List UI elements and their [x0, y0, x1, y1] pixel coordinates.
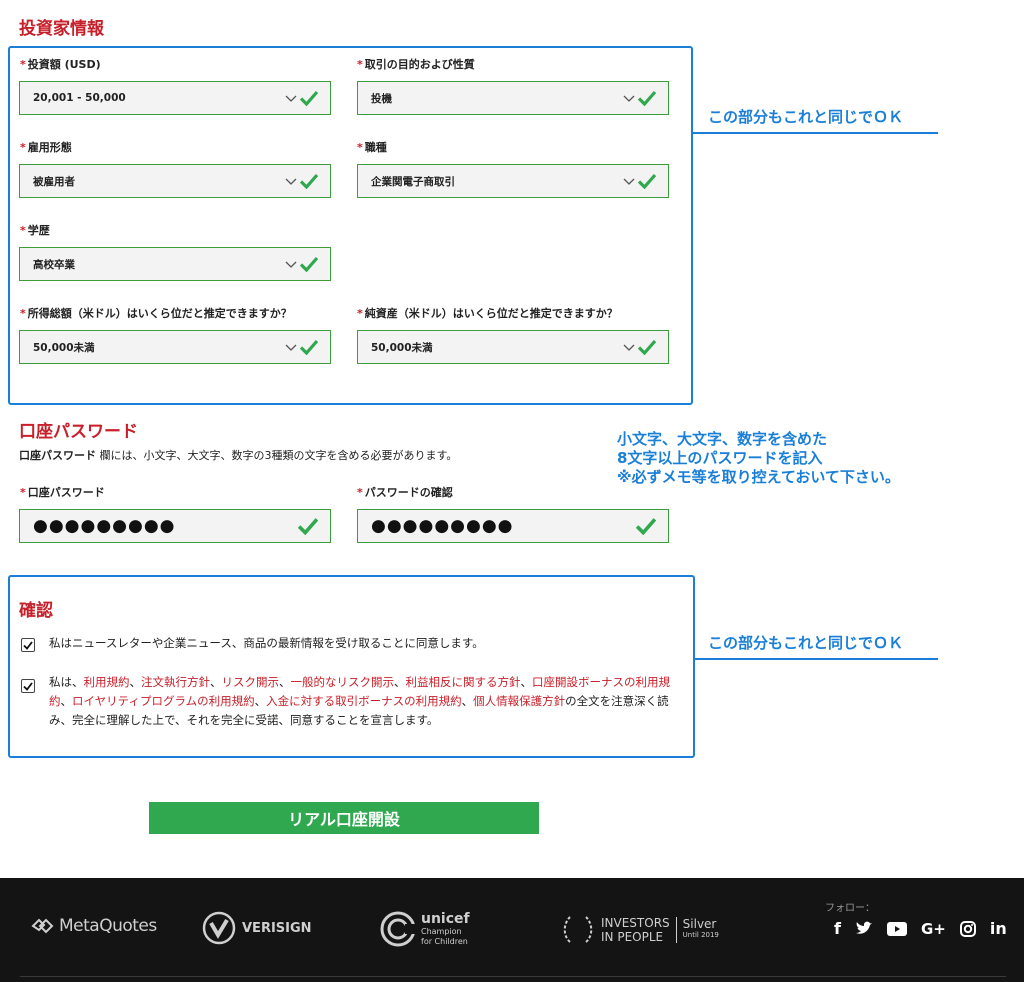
verisign-check-icon — [202, 911, 236, 945]
net-worth-label: * 純資産（米ドル）はいくら位だと推定できますか？ — [357, 307, 618, 320]
newsletter-consent-text: 私はニュースレターや企業ニュース、商品の最新情報を受け取ることに同意します。 — [49, 636, 484, 650]
annotation-password-note: 小文字、大文字、数字を含めた 8文字以上のパスワードを記入 ※必ずメモ等を取り控… — [617, 430, 900, 487]
follow-label: フォロー： — [825, 903, 875, 914]
unicef-wordmark: unicef — [421, 911, 470, 927]
employment-status-select[interactable]: 被雇用者 — [19, 164, 331, 198]
metaquotes-mark-icon — [31, 918, 54, 934]
terms-checkbox[interactable] — [21, 679, 35, 693]
password-section-title: 口座パスワード — [19, 422, 138, 442]
verisign-logo: VERISIGN — [202, 911, 312, 945]
unicef-champion-icon — [380, 911, 417, 947]
employment-status-label: * 雇用形態 — [20, 141, 72, 154]
annotation-underline-1 — [693, 132, 938, 134]
education-select[interactable]: 高校卒業 — [19, 247, 331, 281]
password-confirm-label: * パスワードの確認 — [357, 486, 453, 499]
google-plus-icon[interactable]: G+ — [921, 920, 946, 938]
youtube-icon[interactable] — [886, 921, 907, 936]
footer-divider — [20, 976, 1006, 977]
iip-until: Until 2019 — [682, 931, 719, 939]
metaquotes-logo: MetaQuotes — [31, 916, 157, 936]
link-conflict-of-interest-policy[interactable]: 利益相反に関する方針 — [406, 675, 521, 689]
chevron-down-icon — [623, 178, 635, 185]
investor-section-title: 投資家情報 — [19, 19, 104, 39]
chevron-down-icon — [285, 178, 297, 185]
total-income-select[interactable]: 50,000未満 — [19, 330, 331, 364]
iip-line-2: IN PEOPLE — [601, 930, 664, 944]
facebook-icon[interactable]: f — [834, 919, 841, 938]
chevron-down-icon — [285, 344, 297, 351]
password-description: 口座パスワード 欄には、小文字、大文字、数字の3種類の文字を含める必要があります… — [19, 449, 458, 462]
checkmark-icon — [300, 256, 318, 272]
checkmark-icon — [638, 339, 656, 355]
investment-amount-select[interactable]: 20,001 - 50,000 — [19, 81, 331, 115]
link-order-execution-policy[interactable]: 注文執行方針 — [141, 675, 210, 689]
unicef-logo: unicef Champion for Children — [379, 910, 470, 948]
checkmark-icon — [638, 173, 656, 189]
iip-silver: Silver — [682, 917, 717, 931]
link-risk-disclosure[interactable]: リスク開示 — [222, 675, 280, 689]
link-general-risk-disclosure[interactable]: 一般的なリスク開示 — [291, 675, 395, 689]
checkmark-icon — [300, 339, 318, 355]
confirm-highlight-frame — [8, 575, 695, 758]
chevron-down-icon — [623, 344, 635, 351]
net-worth-select[interactable]: 50,000未満 — [357, 330, 669, 364]
annotation-underline-2 — [695, 658, 938, 660]
newsletter-checkbox[interactable] — [21, 638, 35, 652]
unicef-sub2: for Children — [421, 937, 468, 946]
checkmark-icon — [300, 90, 318, 106]
link-loyalty-program-terms[interactable]: ロイヤリティプログラムの利用規約 — [72, 694, 255, 708]
checkmark-icon — [298, 518, 318, 535]
annotation-same-ok-2: この部分もこれと同じでＯＫ — [708, 634, 904, 652]
chevron-down-icon — [623, 95, 635, 102]
checkmark-icon — [300, 173, 318, 189]
check-icon — [23, 681, 33, 691]
iip-line-1: INVESTORS — [601, 916, 670, 930]
annotation-same-ok-1: この部分もこれと同じでＯＫ — [708, 108, 904, 126]
investment-amount-label: * 投資額 (USD) — [20, 58, 101, 71]
password-input[interactable]: ●●●●●●●●● — [19, 509, 331, 543]
chevron-down-icon — [285, 95, 297, 102]
link-terms-of-use[interactable]: 利用規約 — [84, 675, 130, 689]
social-links: f G+ in — [834, 919, 1007, 938]
check-icon — [23, 640, 33, 650]
chevron-down-icon — [285, 261, 297, 268]
confirm-section-title: 確認 — [19, 601, 53, 621]
annotation-password-line-2: 8文字以上のパスワードを記入 — [617, 449, 823, 467]
trading-purpose-select[interactable]: 投機 — [357, 81, 669, 115]
open-real-account-button[interactable]: リアル口座開設 — [149, 802, 539, 834]
trading-purpose-label: * 取引の目的および性質 — [357, 58, 475, 71]
iip-divider — [675, 917, 677, 943]
linkedin-icon[interactable]: in — [990, 919, 1007, 938]
occupation-select[interactable]: 企業関電子商取引 — [357, 164, 669, 198]
occupation-label: * 職種 — [357, 141, 387, 154]
password-confirm-input[interactable]: ●●●●●●●●● — [357, 509, 669, 543]
annotation-password-line-3: ※必ずメモ等を取り控えておいて下さい。 — [617, 468, 900, 486]
laurel-wreath-icon — [563, 916, 593, 943]
instagram-icon[interactable] — [959, 920, 976, 937]
total-income-label: * 所得総額（米ドル）はいくら位だと推定できますか？ — [20, 307, 292, 320]
investors-in-people-logo: INVESTORS IN PEOPLE Silver Until 2019 — [560, 912, 719, 948]
annotation-password-line-1: 小文字、大文字、数字を含めた — [617, 430, 828, 448]
link-privacy-policy[interactable]: 個人情報保護方針 — [473, 694, 565, 708]
checkmark-icon — [636, 518, 656, 535]
terms-consent-text: 私は、利用規約、注文執行方針、リスク開示、一般的なリスク開示、利益相反に関する方… — [49, 675, 670, 727]
link-deposit-bonus-terms[interactable]: 入金に対する取引ボーナスの利用規約 — [266, 694, 462, 708]
password-label: * 口座パスワード — [20, 486, 105, 499]
education-label: * 学歴 — [20, 224, 50, 237]
twitter-icon[interactable] — [855, 921, 873, 936]
unicef-sub1: Champion — [421, 927, 462, 936]
checkmark-icon — [638, 90, 656, 106]
